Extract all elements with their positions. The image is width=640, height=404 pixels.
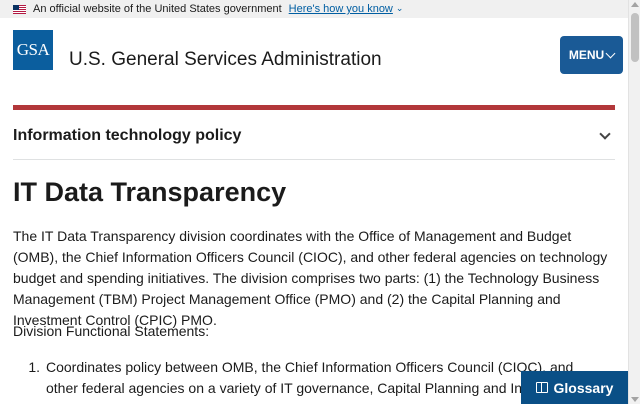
menu-button-label: MENU: [568, 48, 605, 62]
us-flag-icon: [13, 4, 26, 14]
list-item-number: 1.: [28, 359, 40, 375]
scroll-up-arrow-icon[interactable]: [631, 2, 639, 7]
scroll-down-arrow-icon[interactable]: [631, 397, 639, 402]
section-nav-toggle[interactable]: Information technology policy: [13, 126, 615, 146]
heres-how-you-know-link[interactable]: Here's how you know: [289, 3, 393, 15]
functional-statements-heading: Division Functional Statements:: [13, 323, 210, 339]
gov-banner-text: An official website of the United States…: [33, 3, 282, 15]
glossary-label: Glossary: [553, 379, 614, 396]
section-divider: [13, 159, 615, 160]
chevron-down-icon[interactable]: ⌄: [396, 3, 404, 14]
list-item: 1. Coordinates policy between OMB, the C…: [13, 357, 588, 404]
glossary-button[interactable]: Glossary: [521, 371, 628, 404]
scrollbar[interactable]: [628, 0, 640, 404]
list-item-text: Coordinates policy between OMB, the Chie…: [46, 359, 579, 404]
agency-name[interactable]: U.S. General Services Administration: [69, 49, 382, 71]
book-icon: [535, 382, 548, 393]
chevron-down-icon: [605, 48, 616, 58]
page-title: IT Data Transparency: [13, 177, 287, 207]
gsa-logo[interactable]: GSA: [13, 30, 53, 70]
menu-button[interactable]: MENU: [560, 36, 623, 74]
gov-banner: An official website of the United States…: [0, 0, 628, 18]
chevron-down-icon: [599, 127, 611, 140]
accent-divider: [13, 105, 615, 110]
scroll-thumb[interactable]: [631, 13, 639, 62]
section-nav-label: Information technology policy: [13, 127, 242, 144]
functional-statements-list: 1. Coordinates policy between OMB, the C…: [13, 357, 588, 404]
intro-paragraph: The IT Data Transparency division coordi…: [13, 228, 608, 328]
